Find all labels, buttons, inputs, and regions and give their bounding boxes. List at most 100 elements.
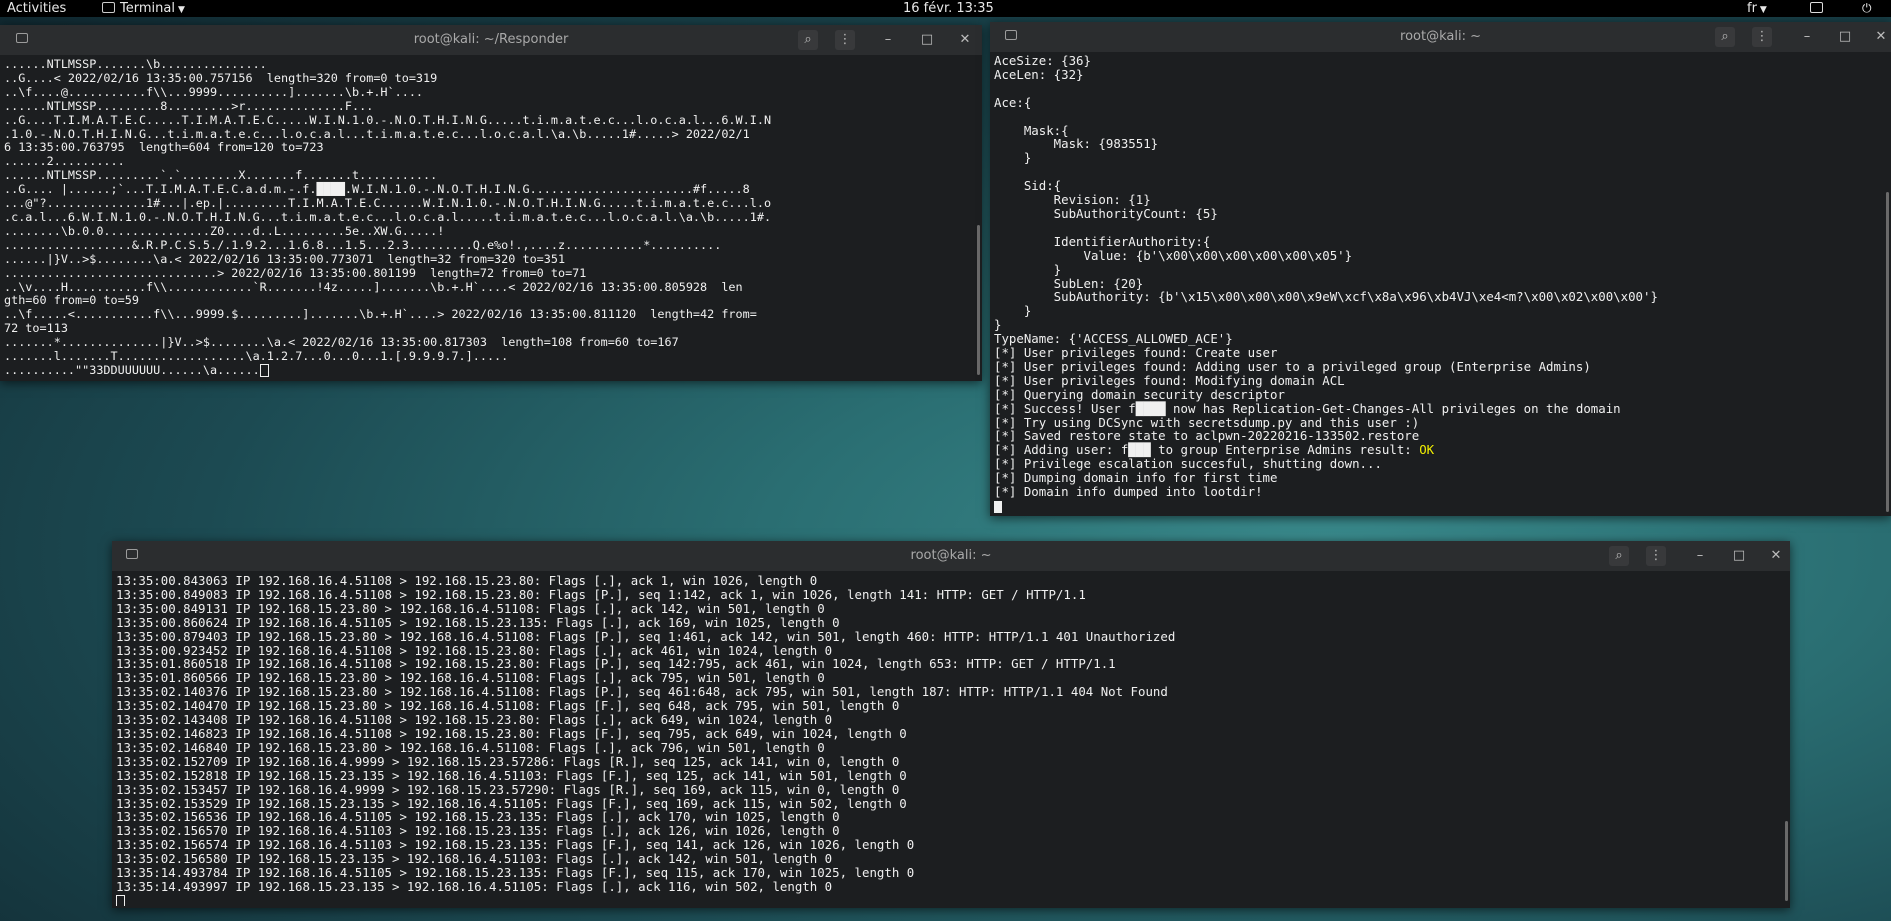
terminal-line: 13:35:01.860566 IP 192.168.15.23.80 > 19… [116, 670, 825, 686]
terminal-line: 6 13:35:00.763795 length=604 from=120 to… [4, 140, 324, 155]
terminal-line: 13:35:01.860518 IP 192.168.16.4.51108 > … [116, 656, 1116, 672]
terminal-line: 13:35:00.860624 IP 192.168.16.4.51105 > … [116, 614, 840, 630]
terminal-line: [*] Privilege escalation succesful, shut… [994, 456, 1382, 472]
terminal-line: .......l.......T..................\a.1.2… [4, 349, 509, 364]
window-titlebar[interactable]: root@kali: ~/Responder ⌕ ⋮ – □ ✕ [0, 25, 982, 55]
maximize-icon[interactable]: □ [1729, 546, 1749, 566]
text-cursor [116, 894, 125, 906]
terminal-line: Mask:{ [994, 122, 1069, 138]
terminal-line: 13:35:00.849083 IP 192.168.16.4.51108 > … [116, 586, 1086, 602]
terminal-line: [*] User privileges found: Create user [994, 345, 1278, 361]
terminal-line: [*] Dumping domain info for first time [994, 470, 1278, 486]
window-titlebar[interactable]: root@kali: ~ ⌕ ⋮ – □ ✕ [990, 22, 1891, 52]
scrollbar[interactable] [977, 225, 980, 375]
terminal-line: AceSize: {36} [994, 54, 1091, 68]
minimize-icon[interactable]: – [878, 30, 898, 50]
terminal-window-aclpwn[interactable]: root@kali: ~ ⌕ ⋮ – □ ✕ AceSize: {36} Ace… [990, 22, 1891, 516]
terminal-line: ..G....< 2022/02/16 13:35:00.757156 leng… [4, 70, 438, 85]
terminal-line: 13:35:02.156574 IP 192.168.16.4.51103 > … [116, 837, 915, 853]
terminal-line: 13:35:02.153457 IP 192.168.16.4.9999 > 1… [116, 781, 900, 797]
terminal-line: 13:35:02.153529 IP 192.168.15.23.135 > 1… [116, 795, 907, 811]
terminal-window-responder[interactable]: root@kali: ~/Responder ⌕ ⋮ – □ ✕ ......N… [0, 25, 982, 381]
terminal-line: 13:35:02.156570 IP 192.168.16.4.51103 > … [116, 823, 840, 839]
keyboard-layout-label: fr [1747, 1, 1757, 16]
terminal-line: [*] User privileges found: Adding user t… [994, 358, 1591, 374]
terminal-line: IdentifierAuthority:{ [994, 233, 1211, 249]
terminal-line: 13:35:02.140376 IP 192.168.15.23.80 > 19… [116, 684, 1168, 700]
terminal-output[interactable]: ......NTLMSSP.......\b............... ..… [4, 58, 974, 379]
terminal-line: 13:35:00.843063 IP 192.168.16.4.51108 > … [116, 574, 818, 588]
chevron-down-icon: ▼ [177, 5, 185, 15]
text-cursor [994, 500, 1002, 513]
terminal-line: SubAuthorityCount: {5} [994, 205, 1218, 221]
terminal-app-icon [102, 2, 115, 13]
terminal-line: .......*..............|}V..>$........\a.… [4, 335, 679, 350]
terminal-line: 13:35:02.156536 IP 192.168.16.4.51105 > … [116, 809, 840, 825]
terminal-line: 13:35:02.156580 IP 192.168.15.23.135 > 1… [116, 851, 833, 867]
terminal-line: } [994, 303, 1032, 319]
terminal-line: [*] User privileges found: Modifying dom… [994, 372, 1345, 388]
terminal-line: gth=60 from=0 to=59 [4, 293, 139, 308]
close-icon[interactable]: ✕ [955, 30, 975, 50]
chevron-down-icon: ▼ [1759, 5, 1767, 15]
terminal-line: [*] Try using DCSync with secretsdump.py… [994, 414, 1420, 430]
terminal-line: } [994, 317, 1002, 333]
terminal-line: Mask: {983551} [994, 136, 1159, 152]
terminal-output[interactable]: AceSize: {36} AceLen: {32} Ace:{ Mask:{ … [994, 54, 1883, 514]
terminal-line: Ace:{ [994, 94, 1032, 110]
text-cursor [259, 363, 269, 377]
search-icon[interactable]: ⌕ [798, 30, 818, 50]
terminal-line: [*] Domain info dumped into lootdir! [994, 484, 1263, 500]
terminal-line: Sid:{ [994, 178, 1062, 194]
terminal-line: } [994, 261, 1062, 277]
terminal-line: 13:35:14.493997 IP 192.168.15.23.135 > 1… [116, 878, 833, 894]
maximize-icon[interactable]: □ [917, 30, 937, 50]
terminal-line: ..\v....H...........f\\............`R...… [4, 279, 743, 294]
terminal-line: ........\b.0.0...............Z0....d..L.… [4, 223, 445, 238]
keyboard-layout-indicator[interactable]: fr ▼ [1747, 0, 1767, 19]
scrollbar[interactable] [1886, 192, 1889, 512]
terminal-line: Revision: {1} [994, 192, 1151, 208]
activities-button[interactable]: Activities [7, 0, 66, 17]
close-icon[interactable]: ✕ [1766, 546, 1786, 566]
terminal-line: [*] Adding user: f███ to group Enterpris… [994, 442, 1420, 458]
menu-kebab-icon[interactable]: ⋮ [1646, 546, 1666, 566]
terminal-line: 13:35:02.152818 IP 192.168.15.23.135 > 1… [116, 767, 907, 783]
terminal-line: SubAuthority: {b'\x15\x00\x00\x00\x9eW\x… [994, 289, 1658, 305]
search-icon[interactable]: ⌕ [1609, 546, 1629, 566]
terminal-line: [*] Success! User f████ now has Replicat… [994, 400, 1621, 416]
search-icon[interactable]: ⌕ [1715, 27, 1735, 47]
terminal-line: .1.0.-.N.O.T.H.I.N.G...t.i.m.a.t.e.c...l… [4, 126, 750, 141]
terminal-line: ..................&.R.P.C.S.5./.1.9.2...… [4, 237, 722, 252]
close-icon[interactable]: ✕ [1871, 27, 1891, 47]
terminal-line: ...@"?..............1#...|.ep.|.........… [4, 196, 772, 211]
minimize-icon[interactable]: – [1690, 546, 1710, 566]
terminal-line: 13:35:02.146823 IP 192.168.16.4.51108 > … [116, 725, 907, 741]
terminal-line: ......2.......... [4, 154, 125, 169]
maximize-icon[interactable]: □ [1835, 27, 1855, 47]
terminal-line: ......NTLMSSP.........8.........>r......… [4, 98, 374, 113]
menu-kebab-icon[interactable]: ⋮ [835, 30, 855, 50]
terminal-output[interactable]: 13:35:00.843063 IP 192.168.16.4.51108 > … [116, 574, 1782, 906]
terminal-line: 13:35:02.146840 IP 192.168.15.23.80 > 19… [116, 739, 825, 755]
terminal-line: 13:35:02.143408 IP 192.168.16.4.51108 > … [116, 712, 833, 728]
scrollbar[interactable] [1785, 821, 1788, 901]
screen-icon[interactable] [1810, 2, 1823, 13]
power-icon[interactable]: ⏻ [1862, 0, 1872, 17]
terminal-line: 13:35:00.849131 IP 192.168.15.23.80 > 19… [116, 600, 825, 616]
terminal-line: } [994, 150, 1032, 166]
terminal-line: 13:35:02.140470 IP 192.168.15.23.80 > 19… [116, 698, 900, 714]
terminal-line: 13:35:00.923452 IP 192.168.16.4.51108 > … [116, 642, 833, 658]
terminal-line: ..\f....@...........f\\...9999..........… [4, 84, 424, 99]
result-ok-label: OK [1419, 442, 1435, 458]
menu-kebab-icon[interactable]: ⋮ [1752, 27, 1772, 47]
terminal-line: SubLen: {20} [994, 275, 1144, 291]
terminal-line: ......NTLMSSP.......\b............... [4, 58, 267, 71]
terminal-window-tcpdump[interactable]: root@kali: ~ ⌕ ⋮ – □ ✕ 13:35:00.843063 I… [112, 541, 1790, 908]
clock[interactable]: 16 févr. 13:35 [903, 0, 994, 17]
window-titlebar[interactable]: root@kali: ~ ⌕ ⋮ – □ ✕ [112, 541, 1790, 571]
terminal-line: 13:35:02.152709 IP 192.168.16.4.9999 > 1… [116, 753, 900, 769]
minimize-icon[interactable]: – [1797, 27, 1817, 47]
terminal-line: [*] Saved restore state to aclpwn-202202… [994, 428, 1420, 444]
app-menu-button[interactable]: Terminal ▼ [102, 0, 185, 19]
